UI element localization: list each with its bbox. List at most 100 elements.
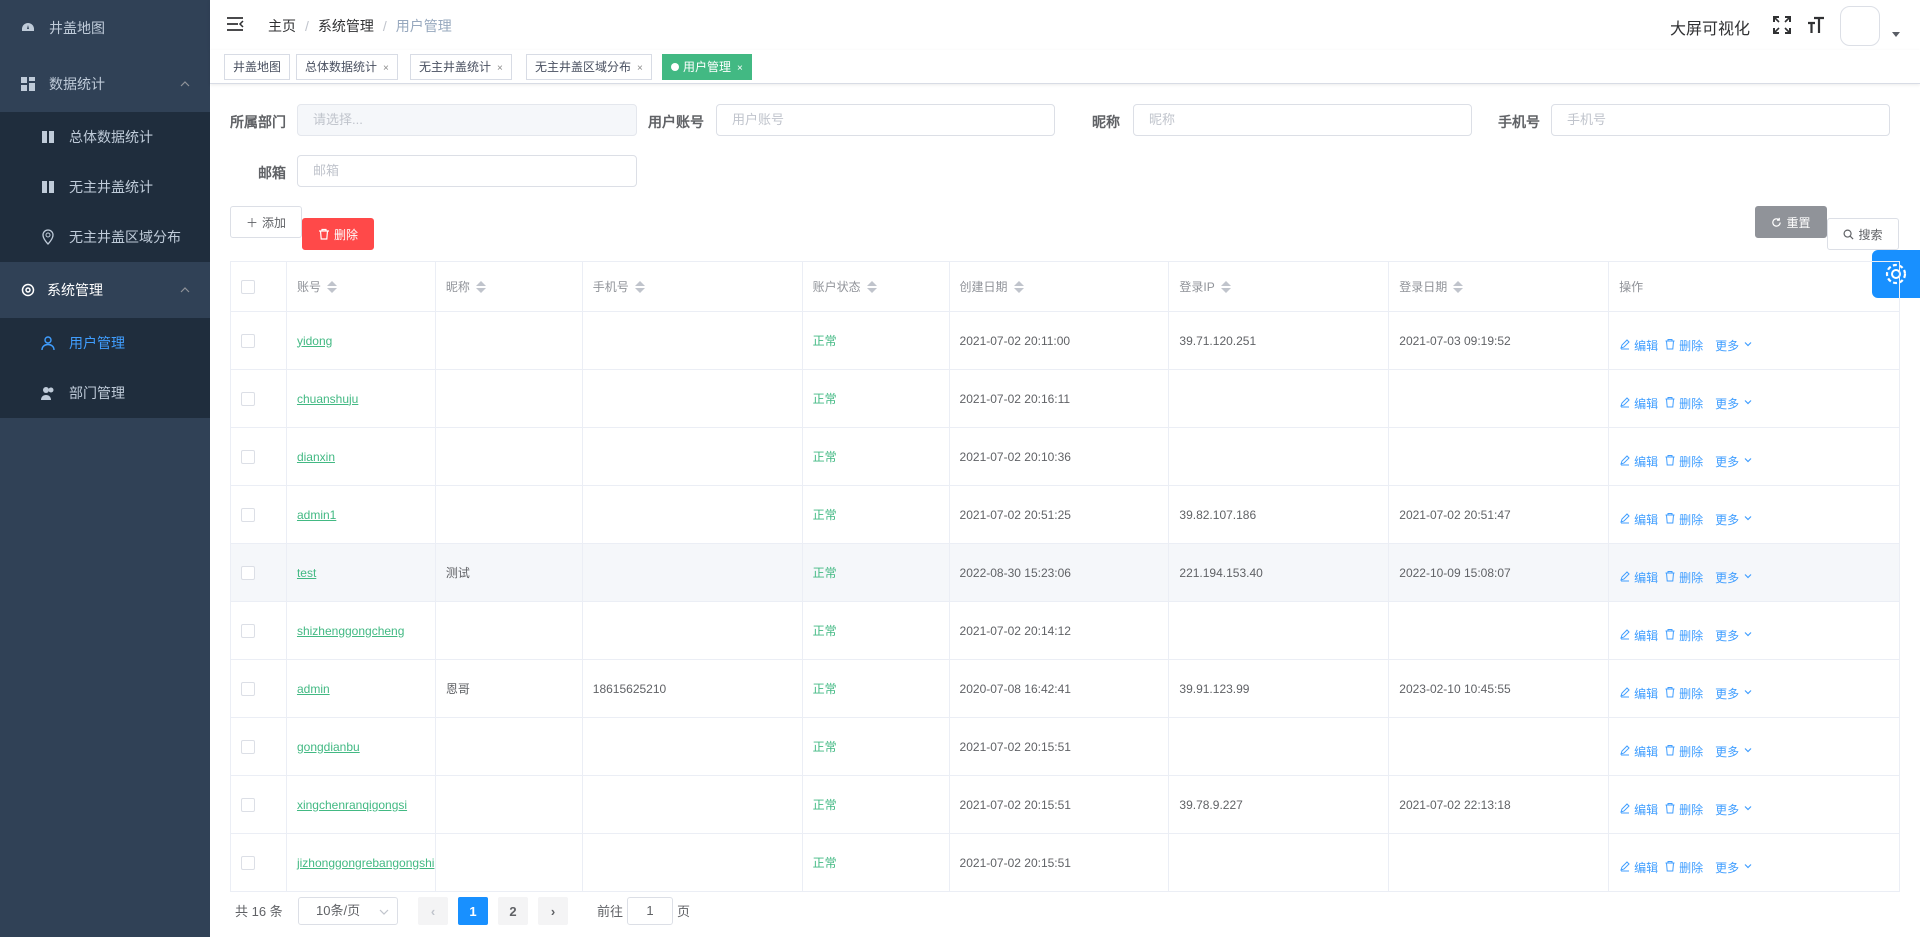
page-1-button[interactable]: 1 [458, 897, 488, 925]
close-icon[interactable]: × [737, 63, 743, 74]
row-checkbox[interactable] [241, 855, 255, 870]
close-icon[interactable]: × [383, 63, 389, 74]
sort-icon[interactable] [1013, 280, 1024, 293]
page-2-button[interactable]: 2 [498, 897, 528, 925]
more-dropdown[interactable]: 更多 [1715, 743, 1754, 760]
tag-overall-stats[interactable]: 总体数据统计 × [296, 54, 398, 80]
search-button[interactable]: 搜索 [1827, 218, 1899, 250]
row-delete-button[interactable]: 删除 [1664, 569, 1703, 586]
table-row[interactable]: shizhenggongcheng 正常 2021-07-02 20:14:12 编辑… [231, 602, 1900, 660]
email-input[interactable]: 邮箱 [297, 155, 637, 187]
more-dropdown[interactable]: 更多 [1715, 801, 1754, 818]
breadcrumb-home[interactable]: 主页 [268, 16, 296, 36]
col-ip[interactable]: 登录IP [1169, 262, 1390, 311]
table-row[interactable]: yidong 正常 2021-07-02 20:11:00 39.71.120.251… [231, 312, 1900, 370]
row-checkbox[interactable] [241, 681, 255, 696]
phone-input[interactable]: 手机号 [1551, 104, 1890, 136]
sort-icon[interactable] [634, 280, 645, 293]
sort-icon[interactable] [866, 280, 877, 293]
more-dropdown[interactable]: 更多 [1715, 685, 1754, 702]
sort-icon[interactable] [1453, 280, 1464, 293]
table-row[interactable]: chuanshuju 正常 2021-07-02 20:16:11 编辑 删除 更多 [231, 370, 1900, 428]
page-size-select[interactable]: 10条/页 [298, 897, 398, 925]
next-page-button[interactable]: › [538, 897, 568, 925]
account-link[interactable]: yidong [297, 334, 332, 348]
sort-icon[interactable] [326, 280, 337, 293]
account-link[interactable]: xingchenranqigongsi [297, 798, 407, 812]
menu-item-ownerless-stats[interactable]: 无主井盖统计 [0, 162, 210, 212]
goto-page-input[interactable]: 1 [627, 897, 673, 925]
row-checkbox[interactable] [241, 391, 255, 406]
select-all-checkbox[interactable] [241, 279, 255, 294]
more-dropdown[interactable]: 更多 [1715, 453, 1754, 470]
menu-item-data-stats[interactable]: 数据统计 [0, 56, 210, 112]
tag-manhole-map[interactable]: 井盖地图 [224, 54, 291, 80]
table-row[interactable]: dianxin 正常 2021-07-02 20:10:36 编辑 删除 更多 [231, 428, 1900, 486]
edit-button[interactable]: 编辑 [1619, 859, 1658, 876]
row-checkbox[interactable] [241, 623, 255, 638]
prev-page-button[interactable]: ‹ [418, 897, 448, 925]
caret-down-icon[interactable] [1892, 32, 1900, 37]
tag-user-management[interactable]: 用户管理 × [662, 54, 752, 80]
close-icon[interactable]: × [497, 63, 503, 74]
row-delete-button[interactable]: 删除 [1664, 859, 1703, 876]
table-row[interactable]: gongdianbu 正常 2021-07-02 20:15:51 编辑 删除 更多 [231, 718, 1900, 776]
menu-item-dept-management[interactable]: 部门管理 [0, 368, 210, 418]
edit-button[interactable]: 编辑 [1619, 337, 1658, 354]
edit-button[interactable]: 编辑 [1619, 801, 1658, 818]
table-row[interactable]: test 测试 正常 2022-08-30 15:23:06 221.194.153.4… [231, 544, 1900, 602]
edit-button[interactable]: 编辑 [1619, 685, 1658, 702]
row-checkbox[interactable] [241, 797, 255, 812]
account-link[interactable]: admin [297, 682, 330, 696]
table-row[interactable]: jizhonggongrebangongshi 正常 2021-07-02 20:1… [231, 834, 1900, 892]
edit-button[interactable]: 编辑 [1619, 511, 1658, 528]
col-account[interactable]: 账号 [287, 262, 436, 311]
row-checkbox[interactable] [241, 507, 255, 522]
more-dropdown[interactable]: 更多 [1715, 627, 1754, 644]
table-row[interactable]: admin 恩哥 18615625210 正常 2020-07-08 16:42:41 3… [231, 660, 1900, 718]
col-nickname[interactable]: 昵称 [436, 262, 583, 311]
menu-item-ownerless-region[interactable]: 无主井盖区域分布 [0, 212, 210, 262]
account-link[interactable]: gongdianbu [297, 740, 360, 754]
account-link[interactable]: test [297, 566, 316, 580]
col-created[interactable]: 创建日期 [950, 262, 1170, 311]
more-dropdown[interactable]: 更多 [1715, 569, 1754, 586]
row-checkbox[interactable] [241, 565, 255, 580]
table-row[interactable]: xingchenranqigongsi 正常 2021-07-02 20:15:51… [231, 776, 1900, 834]
row-delete-button[interactable]: 删除 [1664, 743, 1703, 760]
row-delete-button[interactable]: 删除 [1664, 395, 1703, 412]
more-dropdown[interactable]: 更多 [1715, 511, 1754, 528]
tag-ownerless-region[interactable]: 无主井盖区域分布 × [526, 54, 652, 80]
account-link[interactable]: chuanshuju [297, 392, 358, 406]
add-button[interactable]: ＋添加 [230, 206, 302, 238]
account-link[interactable]: jizhonggongrebangongshi [297, 856, 434, 870]
big-screen-link[interactable]: 大屏可视化 [1670, 15, 1750, 39]
nickname-input[interactable]: 昵称 [1133, 104, 1472, 136]
account-link[interactable]: admin1 [297, 508, 336, 522]
edit-button[interactable]: 编辑 [1619, 627, 1658, 644]
table-row[interactable]: admin1 正常 2021-07-02 20:51:25 39.82.107.186… [231, 486, 1900, 544]
reset-button[interactable]: 重置 [1755, 206, 1827, 238]
account-link[interactable]: shizhenggongcheng [297, 624, 404, 638]
row-checkbox[interactable] [241, 333, 255, 348]
account-link[interactable]: dianxin [297, 450, 335, 464]
close-icon[interactable]: × [637, 63, 643, 74]
font-size-icon[interactable] [1806, 15, 1826, 35]
menu-item-overall-stats[interactable]: 总体数据统计 [0, 112, 210, 162]
dept-select[interactable]: 请选择... [297, 104, 637, 136]
row-delete-button[interactable]: 删除 [1664, 685, 1703, 702]
row-delete-button[interactable]: 删除 [1664, 801, 1703, 818]
sort-icon[interactable] [475, 280, 486, 293]
hamburger-icon[interactable] [226, 15, 244, 33]
delete-button[interactable]: 删除 [302, 218, 374, 250]
account-input[interactable]: 用户账号 [716, 104, 1055, 136]
more-dropdown[interactable]: 更多 [1715, 395, 1754, 412]
menu-item-system[interactable]: 系统管理 [0, 262, 210, 318]
more-dropdown[interactable]: 更多 [1715, 859, 1754, 876]
row-checkbox[interactable] [241, 739, 255, 754]
more-dropdown[interactable]: 更多 [1715, 337, 1754, 354]
row-delete-button[interactable]: 删除 [1664, 511, 1703, 528]
edit-button[interactable]: 编辑 [1619, 395, 1658, 412]
menu-item-user-management[interactable]: 用户管理 [0, 318, 210, 368]
col-login[interactable]: 登录日期 [1389, 262, 1610, 311]
